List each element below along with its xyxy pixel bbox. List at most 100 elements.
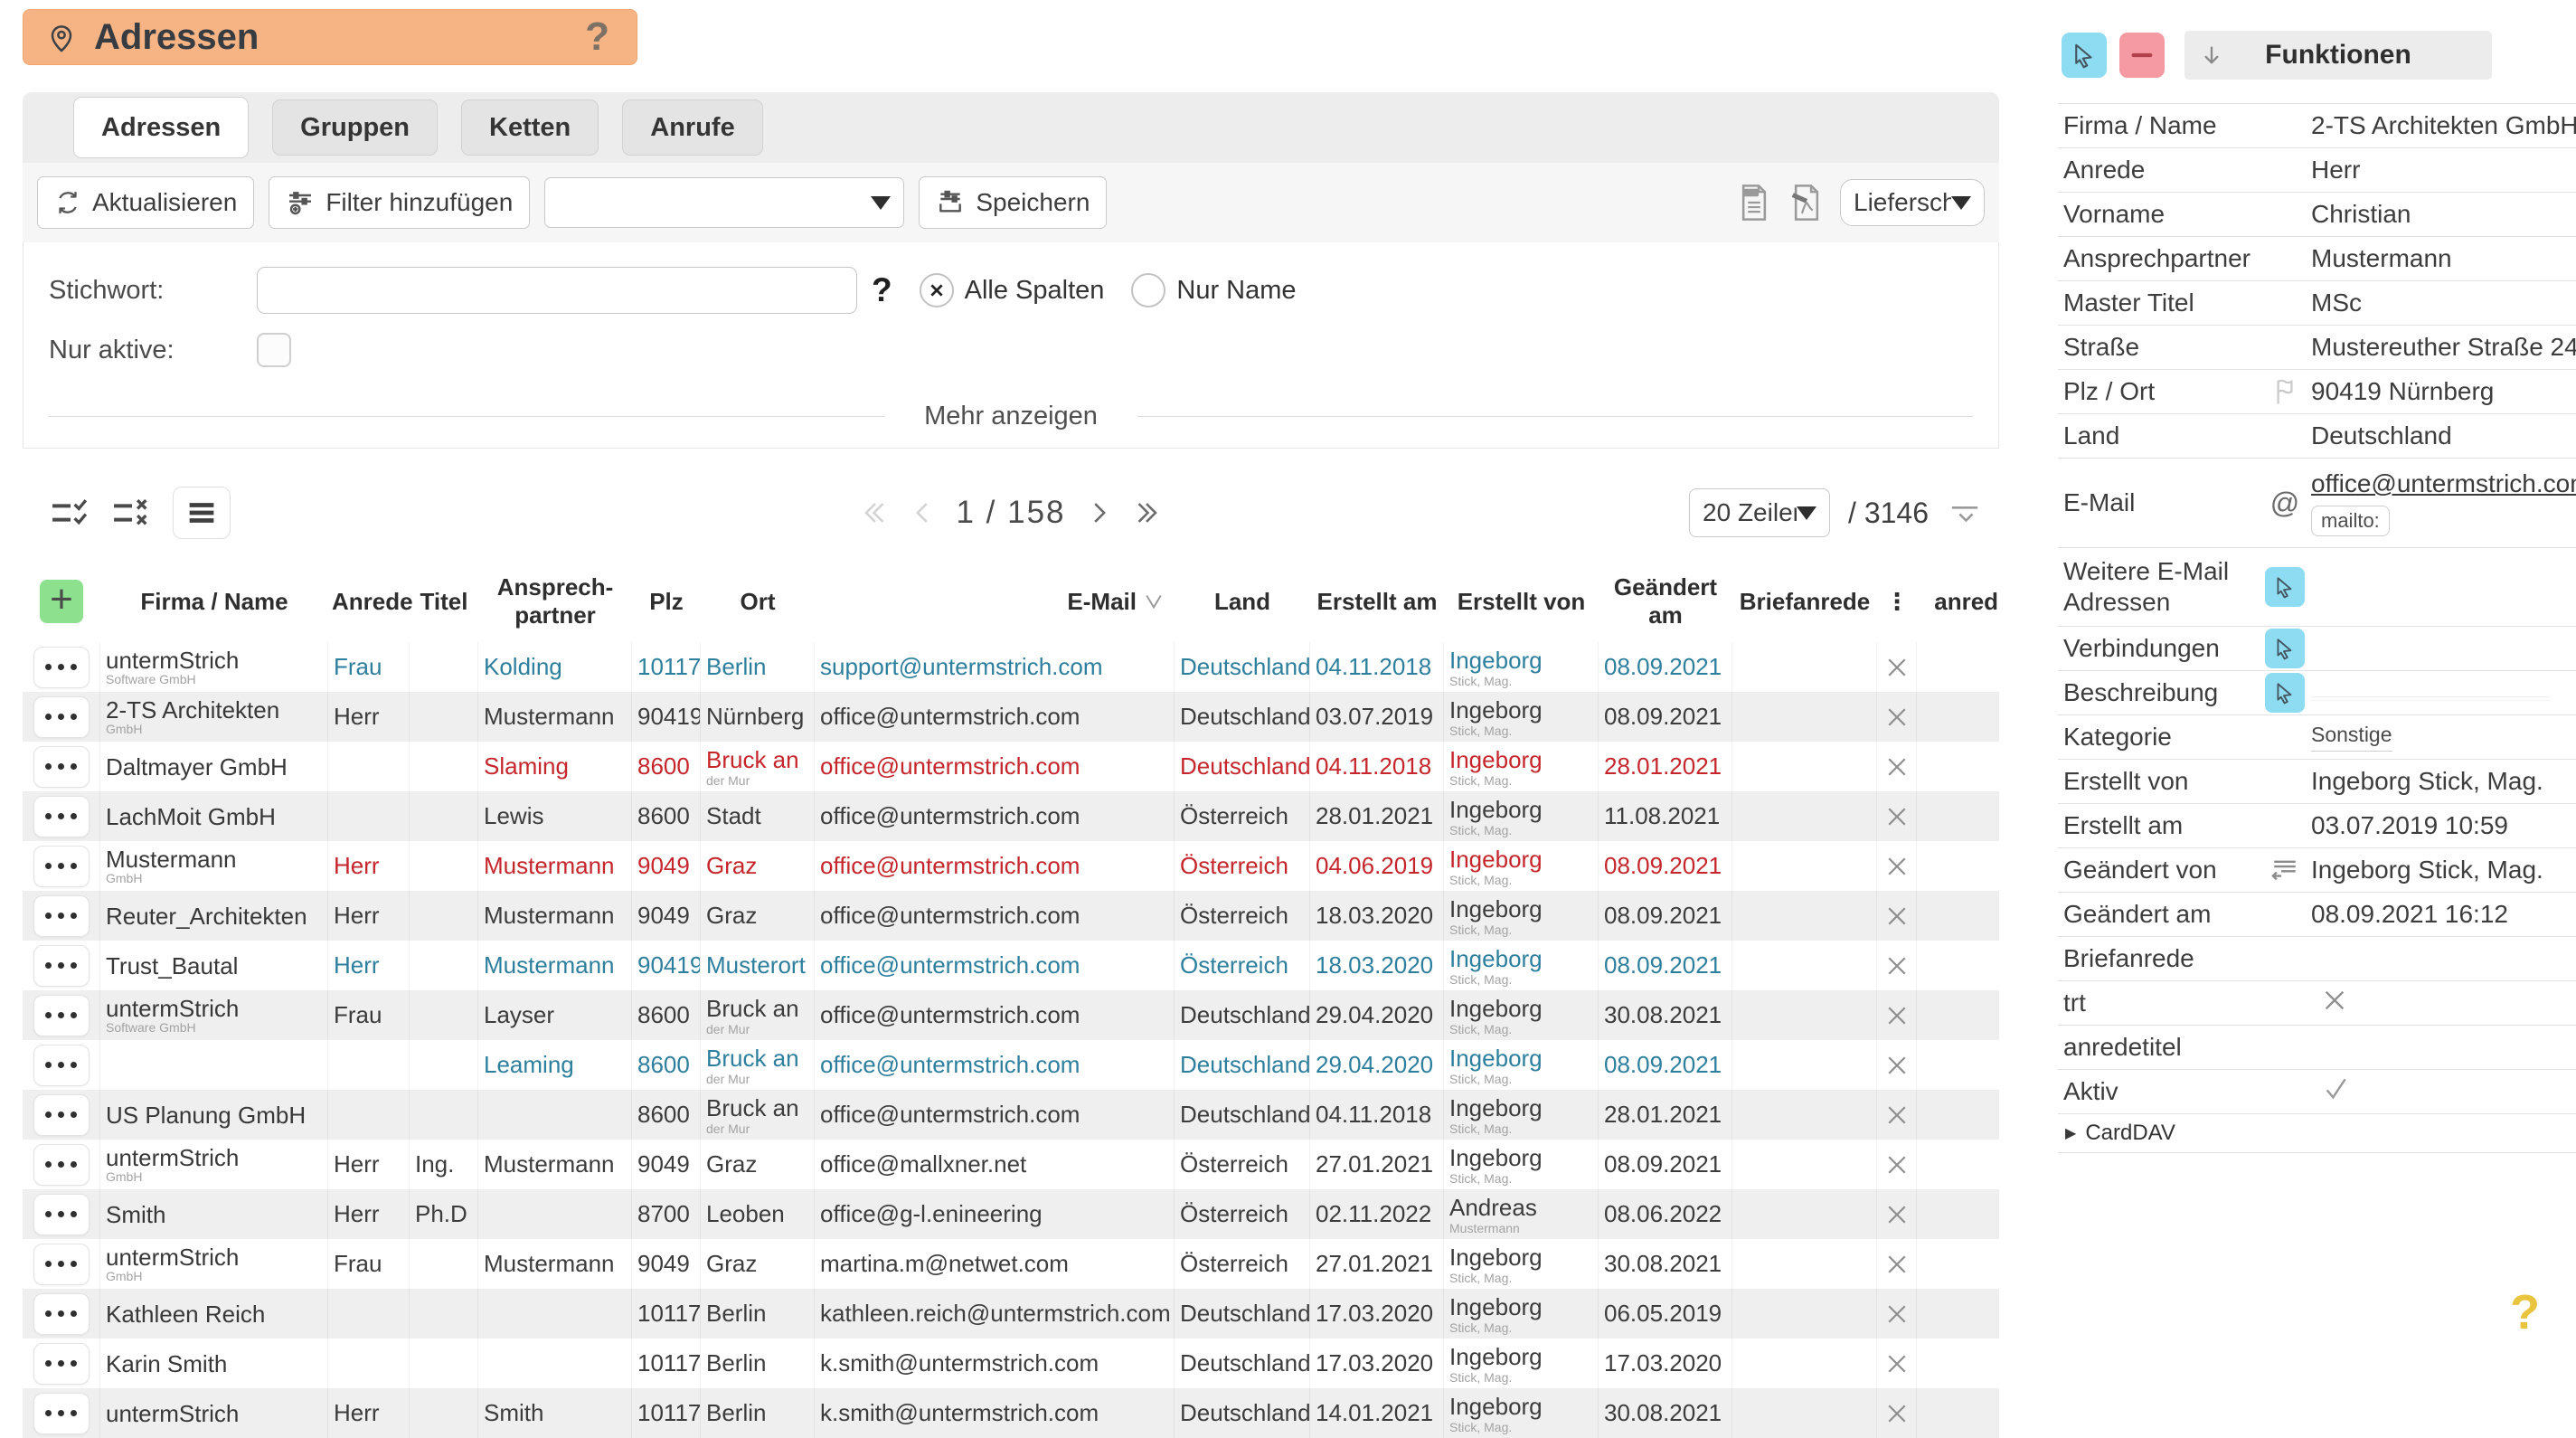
saved-filter-select[interactable] <box>544 177 904 228</box>
clear-icon[interactable] <box>1883 753 1911 780</box>
table-row[interactable]: Reuter_Architekten Herr Mustermann 9049 … <box>23 891 1999 941</box>
save-button[interactable]: Speichern <box>919 176 1107 229</box>
table-row[interactable]: untermStrich Software GmbH Frau Kolding … <box>23 642 1999 692</box>
table-row[interactable]: untermStrich GmbH Herr Ing. Mustermann 9… <box>23 1140 1999 1189</box>
tab-ketten[interactable]: Ketten <box>461 99 599 156</box>
clear-icon[interactable] <box>1883 1350 1911 1377</box>
row-actions-button[interactable] <box>33 945 90 987</box>
row-actions-button[interactable] <box>33 895 90 937</box>
clear-icon[interactable] <box>1883 654 1911 681</box>
active-only-checkbox[interactable] <box>257 333 291 367</box>
clear-icon[interactable] <box>1883 1400 1911 1427</box>
cell-email[interactable]: office@untermstrich.com <box>815 941 1175 990</box>
select-all-icon[interactable] <box>50 495 91 531</box>
carddav-section[interactable]: ▶ CardDAV <box>2058 1113 2576 1152</box>
row-actions-button[interactable] <box>33 846 90 887</box>
cell-email[interactable]: martina.m@netwet.com <box>815 1239 1175 1289</box>
deselect-all-icon[interactable] <box>111 495 153 531</box>
table-row[interactable]: Karin Smith 10117 Berlin k.smith@unterms… <box>23 1339 1999 1388</box>
mailto-badge[interactable]: mailto: <box>2311 506 2390 536</box>
cell-email[interactable]: k.smith@untermstrich.com <box>815 1388 1175 1438</box>
keyword-input[interactable] <box>257 267 857 314</box>
table-row[interactable]: Leaming 8600 Bruck an der Mur office@unt… <box>23 1040 1999 1090</box>
cell-email[interactable]: office@g-l.enineering <box>815 1189 1175 1239</box>
kategorie-value[interactable]: Sonstige <box>2311 723 2392 752</box>
last-page-icon[interactable] <box>1133 497 1164 528</box>
clear-icon[interactable] <box>1883 1102 1911 1129</box>
remove-button[interactable] <box>2119 33 2165 78</box>
cell-email[interactable]: kathleen.reich@untermstrich.com <box>815 1289 1175 1339</box>
row-actions-button[interactable] <box>33 1194 90 1235</box>
row-actions-button[interactable] <box>33 1094 90 1136</box>
cursor-select-button[interactable] <box>2062 33 2107 78</box>
clear-icon[interactable] <box>1883 853 1911 880</box>
header-ort[interactable]: Ort <box>701 588 815 616</box>
row-actions-button[interactable] <box>33 1244 90 1285</box>
header-ansprechpartner[interactable]: Ansprech-partner <box>478 573 632 629</box>
row-actions-button[interactable] <box>33 647 90 688</box>
table-row[interactable]: Daltmayer GmbH Slaming 8600 Bruck an der… <box>23 742 1999 791</box>
cell-email[interactable]: k.smith@untermstrich.com <box>815 1339 1175 1388</box>
clear-icon[interactable] <box>1883 1052 1911 1079</box>
cell-email[interactable]: office@mallxner.net <box>815 1140 1175 1189</box>
clear-icon[interactable] <box>1883 1251 1911 1278</box>
header-land[interactable]: Land <box>1175 588 1310 616</box>
table-row[interactable]: untermStrich Herr Smith 10117 Berlin k.s… <box>23 1388 1999 1438</box>
cell-email[interactable]: office@untermstrich.com <box>815 990 1175 1040</box>
open-weitere-email-button[interactable] <box>2265 567 2305 607</box>
funktionen-button[interactable]: Funktionen <box>2184 31 2492 80</box>
row-actions-button[interactable] <box>33 1343 90 1385</box>
next-page-icon[interactable] <box>1084 497 1115 528</box>
open-verbindungen-button[interactable] <box>2265 629 2305 668</box>
cell-email[interactable]: office@untermstrich.com <box>815 742 1175 791</box>
clear-icon[interactable] <box>1883 903 1911 930</box>
first-page-icon[interactable] <box>858 497 889 528</box>
header-email[interactable]: E-Mail <box>815 588 1175 616</box>
help-icon[interactable]: ? <box>585 14 609 60</box>
csv-file-icon[interactable] <box>1735 183 1773 222</box>
clear-icon[interactable] <box>1883 803 1911 830</box>
row-actions-button[interactable] <box>33 1393 90 1434</box>
search-help-icon[interactable]: ? <box>872 271 892 309</box>
show-more-link[interactable]: Mehr anzeigen <box>924 402 1098 431</box>
history-icon[interactable] <box>2259 856 2311 885</box>
header-anrede[interactable]: Anrede <box>328 588 410 616</box>
collapse-icon[interactable] <box>1947 497 1983 528</box>
table-row[interactable]: Smith Herr Ph.D 8700 Leoben office@g-l.e… <box>23 1189 1999 1239</box>
cell-email[interactable]: office@untermstrich.com <box>815 841 1175 891</box>
cell-email[interactable]: office@untermstrich.com <box>815 692 1175 742</box>
row-actions-button[interactable] <box>33 1045 90 1086</box>
corner-help-icon[interactable]: ? <box>2510 1284 2540 1340</box>
cell-email[interactable]: support@untermstrich.com <box>815 642 1175 692</box>
radio-nur-name-label[interactable]: Nur Name <box>1176 276 1296 306</box>
row-actions-button[interactable] <box>33 1144 90 1186</box>
row-actions-button[interactable] <box>33 1293 90 1335</box>
table-row[interactable]: untermStrich GmbH Frau Mustermann 9049 G… <box>23 1239 1999 1289</box>
row-actions-button[interactable] <box>33 696 90 738</box>
header-more[interactable]: ⋮ <box>1877 588 1917 616</box>
clear-icon[interactable] <box>1883 952 1911 979</box>
cell-email[interactable]: office@untermstrich.com <box>815 891 1175 941</box>
open-beschreibung-button[interactable] <box>2265 673 2305 713</box>
cell-email[interactable]: office@untermstrich.com <box>815 1090 1175 1140</box>
clear-icon[interactable] <box>1883 1002 1911 1029</box>
radio-alle-spalten[interactable] <box>920 273 954 307</box>
header-erstellt-am[interactable]: Erstellt am <box>1310 588 1444 616</box>
menu-button[interactable] <box>173 487 231 539</box>
tab-anrufe[interactable]: Anrufe <box>622 99 762 156</box>
header-titel[interactable]: Titel <box>410 588 478 616</box>
cell-email[interactable]: office@untermstrich.com <box>815 791 1175 841</box>
clear-icon[interactable] <box>1883 704 1911 731</box>
add-filter-button[interactable]: Filter hinzufügen <box>269 176 530 229</box>
add-column-button[interactable]: + <box>40 580 83 623</box>
rows-per-page-select[interactable]: 20 Zeilen <box>1689 488 1830 537</box>
header-plz[interactable]: Plz <box>632 588 701 616</box>
refresh-button[interactable]: Aktualisieren <box>37 176 254 229</box>
table-row[interactable]: untermStrich Software GmbH Frau Layser 8… <box>23 990 1999 1040</box>
row-actions-button[interactable] <box>33 995 90 1036</box>
delivery-note-select[interactable]: Liefersche <box>1840 179 1985 226</box>
table-row[interactable]: 2-TS Architekten GmbH Herr Mustermann 90… <box>23 692 1999 742</box>
pdf-file-icon[interactable] <box>1788 183 1826 222</box>
table-row[interactable]: LachMoit GmbH Lewis 8600 Stadt office@un… <box>23 791 1999 841</box>
email-link[interactable]: office@untermstrich.com <box>2311 469 2576 497</box>
